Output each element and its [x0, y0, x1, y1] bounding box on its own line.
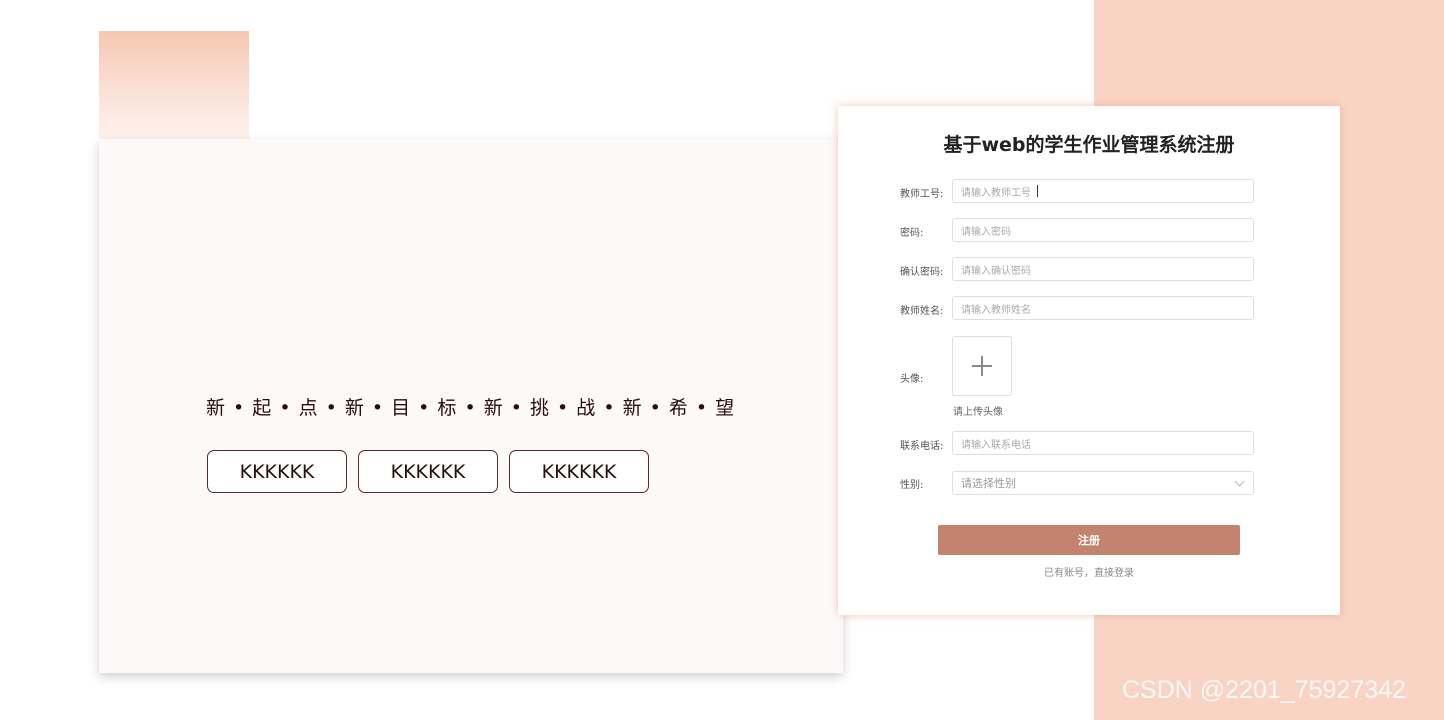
watermark-text: CSDN @2201_75927342	[1122, 676, 1406, 704]
tag-button-row: KKKKKK KKKKKK KKKKKK	[207, 450, 649, 493]
teacher-name-label: 教师姓名:	[900, 306, 944, 317]
tag-button-3[interactable]: KKKKKK	[509, 450, 649, 493]
avatar-label: 头像:	[900, 374, 924, 385]
confirm-password-placeholder: 请输入确认密码	[961, 265, 1031, 277]
password-placeholder: 请输入密码	[961, 226, 1011, 238]
tag-button-2[interactable]: KKKKKK	[358, 450, 498, 493]
teacher-name-placeholder: 请输入教师姓名	[961, 304, 1031, 316]
gender-placeholder: 请选择性别	[961, 477, 1016, 490]
teacher-name-input[interactable]: 请输入教师姓名	[952, 296, 1254, 320]
password-input[interactable]: 请输入密码	[952, 218, 1254, 242]
phone-placeholder: 请输入联系电话	[961, 439, 1031, 451]
phone-label: 联系电话:	[900, 441, 944, 452]
login-link[interactable]: 已有账号，直接登录	[838, 564, 1340, 579]
teacher-id-label: 教师工号:	[900, 189, 944, 200]
confirm-password-input[interactable]: 请输入确认密码	[952, 257, 1254, 281]
decorative-square	[99, 31, 249, 139]
gender-select[interactable]: 请选择性别	[952, 471, 1254, 495]
gender-label: 性别:	[900, 480, 924, 491]
chevron-down-icon	[1234, 476, 1245, 487]
avatar-upload-hint: 请上传头像	[953, 407, 1003, 418]
password-label: 密码:	[900, 228, 924, 239]
left-panel: 新 • 起 • 点 • 新 • 目 • 标 • 新 • 挑 • 战 • 新 • …	[99, 139, 843, 673]
teacher-id-placeholder: 请输入教师工号	[961, 187, 1031, 199]
register-button[interactable]: 注册	[938, 525, 1240, 555]
text-cursor-icon	[1037, 185, 1042, 197]
registration-card: 基于web的学生作业管理系统注册 教师工号: 请输入教师工号 密码: 请输入密码…	[838, 106, 1340, 615]
form-title: 基于web的学生作业管理系统注册	[943, 134, 1235, 156]
confirm-password-label: 确认密码:	[900, 267, 944, 278]
teacher-id-input[interactable]: 请输入教师工号	[952, 179, 1254, 203]
slogan-text: 新 • 起 • 点 • 新 • 目 • 标 • 新 • 挑 • 战 • 新 • …	[206, 397, 736, 419]
avatar-upload-button[interactable]	[952, 336, 1012, 396]
tag-button-1[interactable]: KKKKKK	[207, 450, 347, 493]
plus-icon-vertical	[981, 356, 983, 376]
phone-input[interactable]: 请输入联系电话	[952, 431, 1254, 455]
